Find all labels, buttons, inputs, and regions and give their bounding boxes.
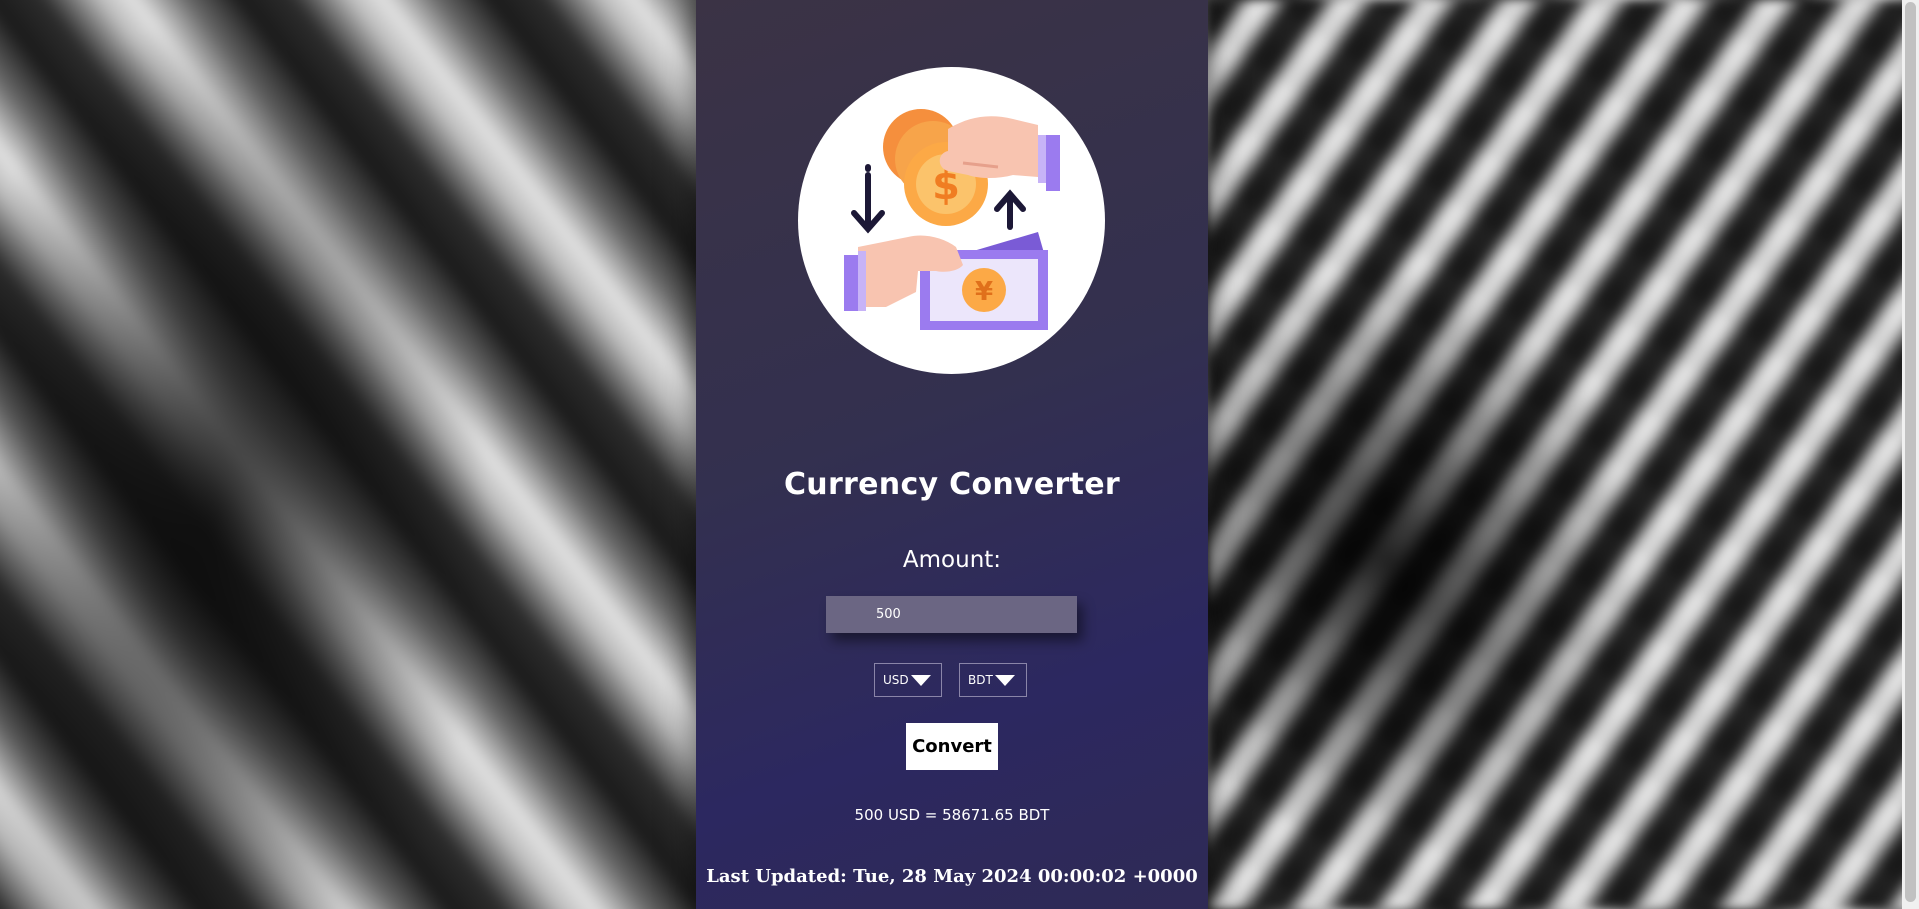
chevron-down-icon — [910, 674, 931, 686]
amount-input[interactable] — [826, 596, 1077, 633]
currency-exchange-hands-icon: $ ¥ — [798, 67, 1105, 374]
to-currency-value: BDT — [968, 673, 993, 687]
arrow-up-icon — [994, 189, 1026, 230]
chevron-down-icon — [994, 674, 1015, 686]
from-currency-select[interactable]: USD — [874, 663, 942, 697]
converter-card: $ ¥ Currency Converter Amount: 500 USD B… — [696, 0, 1208, 909]
to-currency-select[interactable]: BDT — [959, 663, 1027, 697]
vertical-scrollbar[interactable] — [1902, 0, 1919, 909]
conversion-result: 500 USD = 58671.65 BDT — [854, 806, 1050, 824]
arrow-down-icon — [851, 172, 885, 234]
svg-text:¥: ¥ — [975, 277, 993, 307]
amount-label: Amount: — [902, 547, 1002, 573]
scrollbar-thumb[interactable] — [1905, 2, 1916, 902]
background-image-right — [1208, 0, 1919, 909]
last-updated-text: Last Updated: Tue, 28 May 2024 00:00:02 … — [706, 866, 1198, 887]
from-currency-value: USD — [883, 673, 909, 687]
page-title: Currency Converter — [783, 467, 1120, 502]
convert-button[interactable]: Convert — [906, 723, 998, 770]
